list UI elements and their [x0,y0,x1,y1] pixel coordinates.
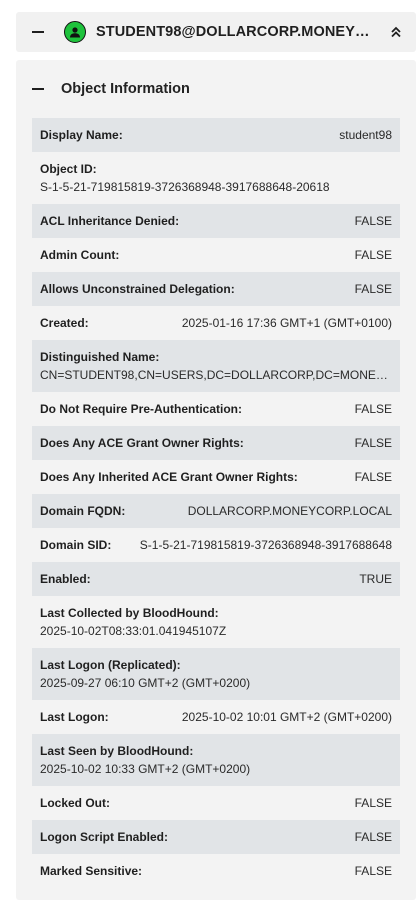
property-label: Enabled: [40,572,91,586]
property-label: Domain SID: [40,538,112,552]
property-row: Marked Sensitive: FALSE [32,854,400,888]
node-header[interactable]: STUDENT98@DOLLARCORP.MONEYCORP.LOCAL [16,12,416,52]
object-information-panel: Object Information Display Name: student9… [16,60,416,900]
property-value: 2025-10-02T08:33:01.041945107Z [40,624,227,638]
property-value: DOLLARCORP.MONEYCORP.LOCAL [187,504,392,518]
property-label: Last Logon: [40,710,109,724]
property-row: Last Logon (Replicated): 2025-09-27 06:10… [32,648,400,700]
property-label: Created: [40,316,89,330]
property-label: Does Any Inherited ACE Grant Owner Right… [40,470,298,484]
property-row: Last Logon: 2025-10-02 10:01 GMT+2 (GMT+0… [32,700,400,734]
property-value: TRUE [359,572,392,586]
property-label: Display Name: [40,128,123,142]
property-list: Display Name: student98 Object ID: S-1-5-21… [32,118,400,888]
property-row: Logon Script Enabled: FALSE [32,820,400,854]
property-value: S-1-5-21-719815819-3726368948-3917688648 [139,538,392,552]
property-row: Locked Out: FALSE [32,786,400,820]
property-label: Domain FQDN: [40,504,126,518]
property-row: Do Not Require Pre-Authentication: FALSE [32,392,400,426]
property-label: Allows Unconstrained Delegation: [40,282,235,296]
property-row: Distinguished Name: CN=STUDENT98,CN=USERS… [32,340,400,392]
property-value: student98 [339,128,392,142]
collapse-node-icon[interactable] [32,31,44,33]
double-chevron-up-icon[interactable] [386,22,406,42]
property-label: Object ID: [40,162,97,176]
property-row: Does Any Inherited ACE Grant Owner Right… [32,460,400,494]
property-row: Admin Count: FALSE [32,238,400,272]
property-label: Locked Out: [40,796,111,810]
property-value: FALSE [354,282,392,296]
property-row: Allows Unconstrained Delegation: FALSE [32,272,400,306]
collapse-section-icon[interactable] [32,88,44,90]
property-value: 2025-09-27 06:10 GMT+2 (GMT+0200) [40,676,251,690]
account-name: STUDENT98@DOLLARCORP.MONEYCORP.LOCAL [96,24,376,40]
property-value: 2025-10-02 10:33 GMT+2 (GMT+0200) [40,762,251,776]
property-label: Logon Script Enabled: [40,830,168,844]
property-label: Distinguished Name: [40,350,160,364]
property-label: Does Any ACE Grant Owner Rights: [40,436,244,450]
section-header[interactable]: Object Information [16,74,190,104]
property-row: Domain FQDN: DOLLARCORP.MONEYCORP.LOCAL [32,494,400,528]
property-value: FALSE [354,864,392,878]
property-row: Object ID: S-1-5-21-719815819-3726368948-… [32,152,400,204]
property-label: ACL Inheritance Denied: [40,214,180,228]
property-value: 2025-10-02 10:01 GMT+2 (GMT+0200) [181,710,392,724]
property-value: CN=STUDENT98,CN=USERS,DC=DOLLARCORP,DC=M… [40,368,392,382]
property-label: Last Collected by BloodHound: [40,606,219,620]
property-row: Domain SID: S-1-5-21-719815819-3726368948… [32,528,400,562]
property-value: FALSE [354,830,392,844]
property-label: Admin Count: [40,248,120,262]
property-label: Marked Sensitive: [40,864,143,878]
property-row: Last Seen by BloodHound: 2025-10-02 10:33… [32,734,400,786]
property-value: S-1-5-21-719815819-3726368948-3917688648… [40,180,330,194]
property-label: Last Seen by BloodHound: [40,744,194,758]
property-value: FALSE [354,436,392,450]
property-row: Does Any ACE Grant Owner Rights: FALSE [32,426,400,460]
property-value: FALSE [354,214,392,228]
property-label: Do Not Require Pre-Authentication: [40,402,243,416]
property-row: Enabled: TRUE [32,562,400,596]
property-row: Display Name: student98 [32,118,400,152]
user-avatar-icon [64,21,86,43]
property-value: FALSE [354,248,392,262]
property-row: Last Collected by BloodHound: 2025-10-02T… [32,596,400,648]
property-label: Last Logon (Replicated): [40,658,181,672]
property-row: Created: 2025-01-16 17:36 GMT+1 (GMT+0100… [32,306,400,340]
property-value: FALSE [354,470,392,484]
property-row: ACL Inheritance Denied: FALSE [32,204,400,238]
property-value: 2025-01-16 17:36 GMT+1 (GMT+0100) [181,316,392,330]
property-value: FALSE [354,402,392,416]
section-title: Object Information [61,81,190,97]
property-value: FALSE [354,796,392,810]
